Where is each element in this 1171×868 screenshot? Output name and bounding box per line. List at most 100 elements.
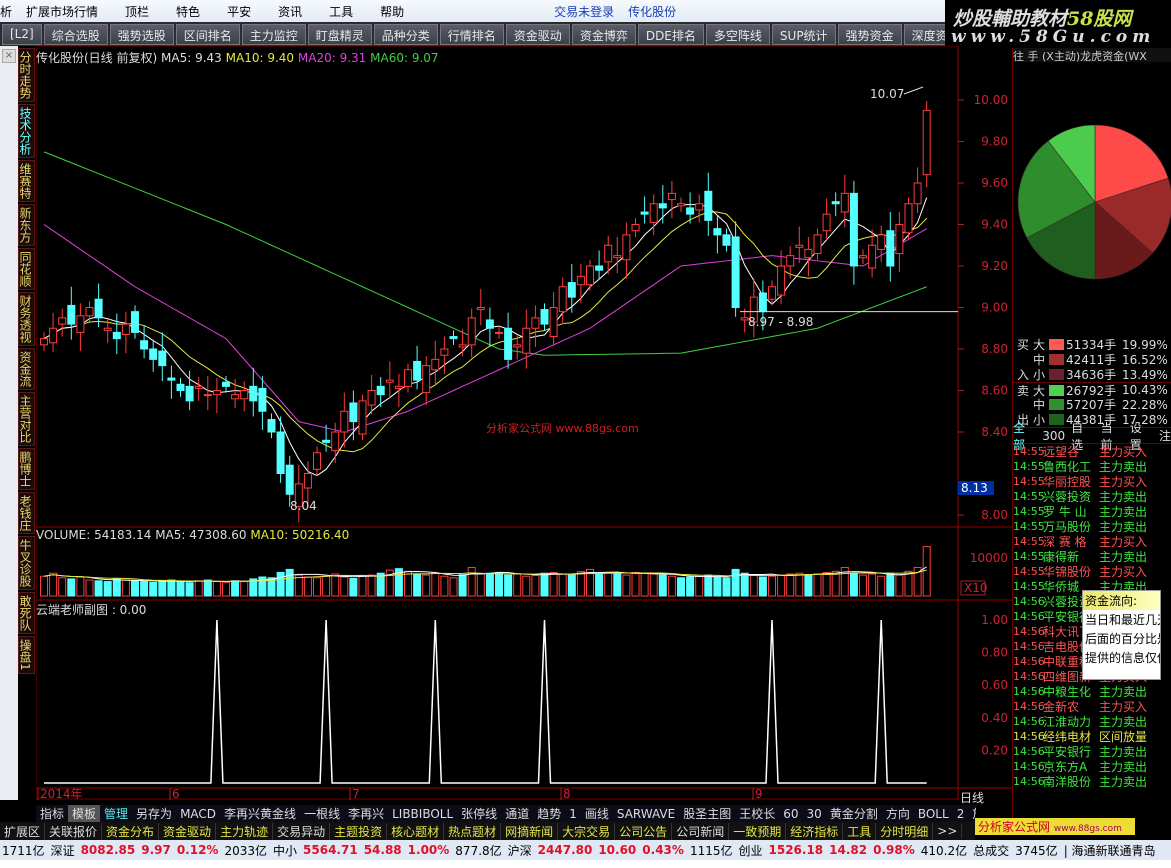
toolbar-button[interactable]: [L2] [2, 23, 42, 45]
extension-tab[interactable]: 公司新闻 [672, 822, 730, 840]
indicator-tab[interactable]: 趋势 [533, 805, 565, 822]
indicator-tab[interactable]: 方向 [882, 805, 914, 822]
ticker-row[interactable]: 14:55 康得新 主力卖出 [1013, 549, 1171, 564]
indicator-tab[interactable]: 股圣主图 [679, 805, 735, 822]
ticker-row[interactable]: 14:56 金新农 主力买入 [1013, 699, 1171, 714]
extension-tab[interactable]: 核心题材 [387, 822, 445, 840]
side-tab[interactable]: 资金流 [18, 348, 35, 390]
extension-tab[interactable]: 工具 [843, 822, 877, 840]
ticker-row[interactable]: 14:55 万马股份 主力卖出 [1013, 519, 1171, 534]
side-tab[interactable]: 新东方 [18, 204, 35, 246]
indicator-tab[interactable]: 另存为 [132, 805, 176, 822]
extension-tab[interactable]: 大宗交易 [558, 822, 616, 840]
side-tab[interactable]: 维赛特 [18, 160, 35, 202]
toolbar-button[interactable]: 品种分类 [373, 23, 438, 45]
extension-tab[interactable]: 热点题材 [444, 822, 502, 840]
extension-tab[interactable]: 分时明细 [876, 822, 934, 840]
indicator-tab[interactable]: 1 [565, 807, 581, 821]
side-tab[interactable]: 财务透视 [18, 292, 35, 346]
side-tab[interactable]: 主营对比 [18, 392, 35, 446]
ticker-row[interactable]: 14:56 南洋股份 主力卖出 [1013, 774, 1171, 789]
menu-item[interactable]: 帮助 [380, 3, 404, 20]
toolbar-button[interactable]: 区间排名 [175, 23, 240, 45]
indicator-tab[interactable]: MACD [176, 807, 220, 821]
ticker-row[interactable]: 14:55 远望谷 主力买入 [1013, 444, 1171, 459]
indicator-tab[interactable]: 李再兴 [344, 805, 388, 822]
side-tab[interactable]: 操盘1 [18, 636, 35, 674]
menu-item-cut[interactable]: 析 [0, 3, 12, 20]
indicator-tab[interactable]: 通道 [501, 805, 533, 822]
ad-banner[interactable]: 分析家公式网 www.88gs.com [975, 818, 1135, 835]
side-tab[interactable]: 技术分析 [18, 104, 35, 158]
current-stock-link[interactable]: 传化股份 [628, 3, 676, 20]
toolbar-button[interactable]: 资金博弈 [571, 23, 636, 45]
indicator-tab[interactable]: 一根线 [300, 805, 344, 822]
side-tab[interactable]: 同花顺 [18, 248, 35, 290]
ticker-row[interactable]: 14:56 经纬电材 区间放量 [1013, 729, 1171, 744]
ticker-row[interactable]: 14:55 华丽控股 主力买入 [1013, 474, 1171, 489]
extension-tab[interactable]: 公司公告 [615, 822, 673, 840]
side-tab[interactable]: 鹏博士 [18, 448, 35, 490]
close-icon[interactable]: × [2, 49, 16, 63]
toolbar-button[interactable]: 强势选股 [109, 23, 174, 45]
toolbar-button[interactable]: SUP统计 [771, 23, 836, 45]
side-tab[interactable]: 敢死队 [18, 592, 35, 634]
trade-login-status[interactable]: 交易未登录 [554, 3, 614, 20]
indicator-tab[interactable]: 张停线 [457, 805, 501, 822]
ticker-row[interactable]: 14:56 江淮动力 主力卖出 [1013, 714, 1171, 729]
indicator-tab[interactable]: 模板 [68, 805, 101, 822]
menu-item[interactable]: 平安 [227, 3, 251, 20]
indicator-tab[interactable]: 黄金分割 [826, 805, 882, 822]
side-tab[interactable]: 牛叉诊股 [18, 536, 35, 590]
extension-tab[interactable]: 扩展区 [0, 822, 46, 840]
indicator-tab[interactable]: SARWAVE [613, 807, 679, 821]
extension-tab[interactable]: 交易异动 [273, 822, 331, 840]
indicator-tab[interactable]: BOLL [914, 807, 953, 821]
toolbar-button[interactable]: 盯盘精灵 [307, 23, 372, 45]
indicator-tab[interactable]: 李再兴黄金线 [220, 805, 300, 822]
ticker-row[interactable]: 14:55 兴蓉投资 主力卖出 [1013, 489, 1171, 504]
menu-item[interactable]: 特色 [176, 3, 200, 20]
toolbar-button[interactable]: 行情排名 [439, 23, 504, 45]
ticker-row[interactable]: 14:56平安银行主力卖出 [1013, 744, 1171, 759]
ticker-row[interactable]: 14:55 鲁西化工 主力卖出 [1013, 459, 1171, 474]
extension-tab[interactable]: 主题投资 [330, 822, 388, 840]
side-tab[interactable]: 分时走势 [18, 48, 35, 102]
indicator-tab[interactable]: 2 [953, 807, 969, 821]
menu-item[interactable]: 工具 [329, 3, 353, 20]
indicator-tab[interactable]: 管理 [100, 805, 132, 822]
ticker-tab[interactable]: 300 [1042, 429, 1065, 443]
extension-tab[interactable]: 经济指标 [786, 822, 844, 840]
menu-item[interactable]: 资讯 [278, 3, 302, 20]
extension-tab[interactable]: 主力轨迹 [216, 822, 274, 840]
chart-canvas[interactable]: 10.00 9.80 9.60 9.40 9.20 9.00 8.80 8.60 8.40 8.0… [36, 46, 1012, 800]
indicator-tab[interactable]: 60 [779, 807, 802, 821]
indicator-tab[interactable]: 指标 [36, 805, 68, 822]
extension-tab[interactable]: >> [933, 824, 963, 838]
extension-tab[interactable]: 资金驱动 [159, 822, 217, 840]
ticker-tab[interactable]: 注 [1159, 427, 1171, 444]
indicator-tab[interactable]: LIBBIBOLL [388, 807, 457, 821]
toolbar-button[interactable]: 强势资金 [837, 23, 902, 45]
toolbar-button[interactable]: DDE排名 [637, 23, 704, 45]
indicator-tab[interactable]: 30 [803, 807, 826, 821]
ticker-row[interactable]: 14:56 京东方A 主力卖出 [1013, 759, 1171, 774]
toolbar-button[interactable]: 资金驱动 [505, 23, 570, 45]
ticker-row[interactable]: 14:55 深 赛 格主力买入 [1013, 534, 1171, 549]
extension-tab[interactable]: 网摘新闻 [501, 822, 559, 840]
toolbar-button[interactable]: 主力监控 [241, 23, 306, 45]
ticker-row[interactable]: 14:55 罗 牛 山主力卖出 [1013, 504, 1171, 519]
toolbar-button[interactable]: 综合选股 [43, 23, 108, 45]
side-tab[interactable]: 老钱庄 [18, 492, 35, 534]
ticker-row[interactable]: 14:56 中粮生化 主力卖出 [1013, 684, 1171, 699]
extension-tab[interactable]: 一致预期 [729, 822, 787, 840]
extension-tab[interactable]: 关联报价 [45, 822, 103, 840]
menu-item[interactable]: 顶栏 [125, 3, 149, 20]
toolbar-button[interactable]: 深度资料 [903, 23, 945, 45]
ticker-row[interactable]: 14:55 华锦股份 主力买入 [1013, 564, 1171, 579]
menu-item[interactable]: 扩展市场行情 [26, 3, 98, 20]
period-day-button[interactable]: 日线 [960, 789, 984, 806]
indicator-tab[interactable]: 画线 [581, 805, 613, 822]
extension-tab[interactable]: 资金分布 [102, 822, 160, 840]
indicator-tab[interactable]: 王校长 [735, 805, 779, 822]
